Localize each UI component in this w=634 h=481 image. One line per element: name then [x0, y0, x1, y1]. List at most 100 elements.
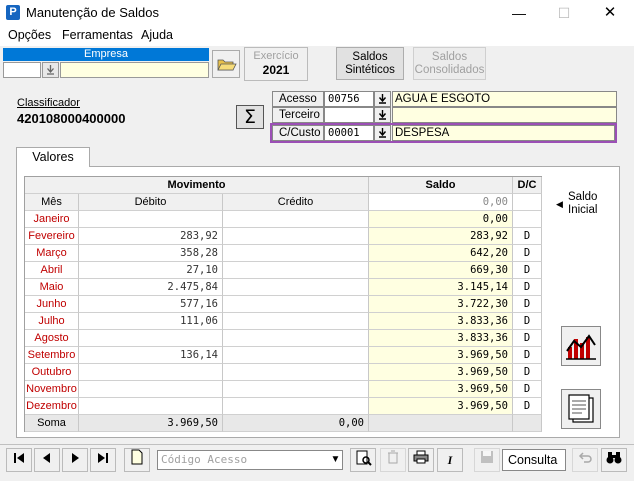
cell-debito[interactable]: 577,16	[79, 296, 223, 313]
cell-saldo[interactable]: 3.145,14	[369, 279, 513, 296]
minimize-button[interactable]: —	[496, 0, 542, 26]
undo-button[interactable]	[572, 448, 598, 472]
cell-dc[interactable]	[513, 211, 542, 228]
cell-debito[interactable]: 136,14	[79, 347, 223, 364]
cell-saldo[interactable]: 3.969,50	[369, 398, 513, 415]
cell-mes[interactable]: Outubro	[25, 364, 79, 381]
open-folder-button[interactable]	[212, 50, 240, 78]
saldo-inicial-value[interactable]: 0,00	[369, 194, 513, 211]
menu-ferramentas[interactable]: Ferramentas	[62, 28, 133, 42]
cell-dc[interactable]: D	[513, 364, 542, 381]
cell-dc[interactable]: D	[513, 279, 542, 296]
cell-debito[interactable]: 27,10	[79, 262, 223, 279]
new-record-button[interactable]	[124, 448, 150, 472]
cell-credito[interactable]	[223, 330, 369, 347]
codigo-dropdown-button[interactable]: ▼	[329, 451, 342, 469]
maximize-button[interactable]: ☐	[541, 0, 587, 26]
cell-saldo[interactable]: 642,20	[369, 245, 513, 262]
print-button[interactable]	[408, 448, 434, 472]
cell-debito[interactable]: 2.475,84	[79, 279, 223, 296]
cell-credito[interactable]	[223, 347, 369, 364]
codigo-acesso-input[interactable]: Código Acesso	[157, 450, 343, 470]
cell-dc[interactable]: D	[513, 313, 542, 330]
cell-credito[interactable]	[223, 211, 369, 228]
cell-mes[interactable]: Dezembro	[25, 398, 79, 415]
cell-saldo[interactable]: 3.833,36	[369, 313, 513, 330]
saldos-sinteticos-button[interactable]: Saldos Sintéticos	[336, 47, 404, 80]
down-arrow-icon	[378, 94, 387, 104]
first-record-button[interactable]	[6, 448, 32, 472]
cell-mes[interactable]: Abril	[25, 262, 79, 279]
previous-record-button[interactable]	[34, 448, 60, 472]
cell-debito[interactable]	[79, 398, 223, 415]
sigma-button[interactable]: Σ	[236, 105, 264, 129]
cell-credito[interactable]	[223, 364, 369, 381]
cell-saldo[interactable]: 0,00	[369, 211, 513, 228]
cell-mes[interactable]: Junho	[25, 296, 79, 313]
cell-debito[interactable]	[79, 381, 223, 398]
acesso-lookup-button[interactable]	[374, 91, 391, 107]
cell-credito[interactable]	[223, 228, 369, 245]
menu-ajuda[interactable]: Ajuda	[141, 28, 173, 42]
save-button[interactable]	[474, 448, 500, 472]
italic-button[interactable]: I	[437, 448, 463, 472]
terceiro-lookup-button[interactable]	[374, 107, 391, 123]
soma-credito: 0,00	[223, 415, 369, 432]
delete-button[interactable]	[380, 448, 406, 472]
tab-valores[interactable]: Valores	[16, 147, 90, 167]
last-record-button[interactable]	[90, 448, 116, 472]
cell-credito[interactable]	[223, 398, 369, 415]
cell-dc[interactable]: D	[513, 398, 542, 415]
cell-debito[interactable]: 111,06	[79, 313, 223, 330]
cell-mes[interactable]: Maio	[25, 279, 79, 296]
cell-debito[interactable]: 283,92	[79, 228, 223, 245]
saldos-consolidados-button[interactable]: Saldos Consolidados	[413, 47, 486, 80]
cell-dc[interactable]: D	[513, 347, 542, 364]
terceiro-code-input[interactable]	[324, 107, 374, 123]
cell-debito[interactable]	[79, 364, 223, 381]
cell-credito[interactable]	[223, 381, 369, 398]
report-button[interactable]	[561, 389, 601, 429]
cell-credito[interactable]	[223, 313, 369, 330]
cell-debito[interactable]: 358,28	[79, 245, 223, 262]
binoculars-button[interactable]	[601, 448, 627, 472]
cell-credito[interactable]	[223, 262, 369, 279]
cell-mes[interactable]: Agosto	[25, 330, 79, 347]
cell-saldo[interactable]: 669,30	[369, 262, 513, 279]
cell-saldo[interactable]: 283,92	[369, 228, 513, 245]
cell-saldo[interactable]: 3.722,30	[369, 296, 513, 313]
cell-mes[interactable]: Fevereiro	[25, 228, 79, 245]
empresa-lookup-button[interactable]	[42, 62, 59, 78]
classificador-label: Classificador	[17, 97, 80, 109]
cell-mes[interactable]: Novembro	[25, 381, 79, 398]
header-mes: Mês	[25, 194, 79, 211]
cell-debito[interactable]	[79, 330, 223, 347]
mode-indicator: Consulta	[502, 449, 566, 471]
first-icon	[14, 453, 24, 463]
next-record-button[interactable]	[62, 448, 88, 472]
acesso-code-input[interactable]: 00756	[324, 91, 374, 107]
cell-saldo[interactable]: 3.833,36	[369, 330, 513, 347]
cell-mes[interactable]: Janeiro	[25, 211, 79, 228]
cell-mes[interactable]: Julho	[25, 313, 79, 330]
empresa-code-input[interactable]	[3, 62, 41, 78]
cell-debito[interactable]	[79, 211, 223, 228]
menu-opcoes[interactable]: Opções	[8, 28, 51, 42]
cell-saldo[interactable]: 3.969,50	[369, 381, 513, 398]
cell-saldo[interactable]: 3.969,50	[369, 347, 513, 364]
cell-dc[interactable]: D	[513, 262, 542, 279]
cell-mes[interactable]: Setembro	[25, 347, 79, 364]
cell-credito[interactable]	[223, 296, 369, 313]
chart-button[interactable]	[561, 326, 601, 366]
cell-dc[interactable]: D	[513, 228, 542, 245]
cell-saldo[interactable]: 3.969,50	[369, 364, 513, 381]
cell-mes[interactable]: Março	[25, 245, 79, 262]
cell-credito[interactable]	[223, 279, 369, 296]
close-button[interactable]: ✕	[587, 0, 633, 26]
cell-dc[interactable]: D	[513, 381, 542, 398]
search-records-button[interactable]	[350, 448, 376, 472]
cell-dc[interactable]: D	[513, 296, 542, 313]
cell-dc[interactable]: D	[513, 245, 542, 262]
cell-dc[interactable]: D	[513, 330, 542, 347]
cell-credito[interactable]	[223, 245, 369, 262]
